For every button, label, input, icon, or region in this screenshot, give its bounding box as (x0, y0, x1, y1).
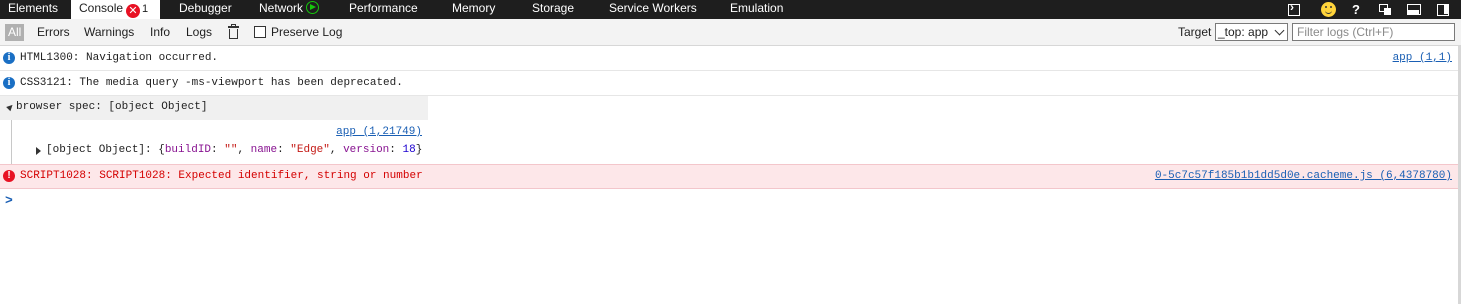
object-separator: : (211, 144, 225, 156)
object-value: "" (224, 144, 238, 156)
tab-debugger[interactable]: Debugger (179, 0, 232, 19)
object-suffix: } (415, 144, 423, 156)
tab-network-label: Network (259, 1, 304, 15)
console-drawer-button[interactable] (1283, 0, 1305, 19)
message-text: HTML1300: Navigation occurred. (20, 52, 219, 64)
tab-performance-label: Performance (349, 1, 418, 15)
clear-console-icon[interactable] (228, 24, 239, 39)
console-group: browser spec: [object Object] app (1,217… (0, 96, 1458, 164)
info-icon: i (3, 77, 15, 89)
console-error-message: ! SCRIPT1028: SCRIPT1028: Expected ident… (0, 164, 1458, 189)
object-value: 18 (402, 144, 416, 156)
tab-storage-label: Storage (532, 1, 575, 15)
tab-network[interactable]: Network (259, 0, 320, 19)
dock-bottom-button[interactable] (1403, 0, 1425, 19)
filter-logs-input[interactable] (1292, 23, 1455, 41)
emulation-toggle-button[interactable] (1374, 0, 1396, 19)
info-icon: i (3, 52, 15, 64)
device-emulation-icon (1378, 4, 1392, 15)
undock-button[interactable] (1432, 0, 1454, 19)
target-select-value: _top: app (1218, 25, 1269, 39)
tab-memory-label: Memory (452, 1, 496, 15)
undock-icon (1437, 3, 1449, 16)
console-input[interactable] (18, 193, 1448, 209)
help-icon: ? (1352, 2, 1360, 17)
filter-all[interactable]: All (5, 24, 25, 41)
console-message: i CSS3121: The media query -ms-viewport … (0, 71, 1458, 96)
tab-elements-label: Elements (8, 1, 59, 15)
tab-emulation[interactable]: Emulation (730, 0, 783, 19)
group-label: browser spec: [object Object] (16, 101, 208, 113)
preserve-log-checkbox[interactable] (254, 26, 266, 38)
source-link[interactable]: app (1,1) (1393, 52, 1452, 64)
object-line[interactable]: [object Object]: {buildID: "", name: "Ed… (46, 144, 422, 156)
object-separator: : (277, 144, 291, 156)
tab-storage[interactable]: Storage (532, 0, 574, 19)
target-label: Target (1178, 25, 1212, 39)
target-select[interactable]: _top: app (1215, 23, 1288, 41)
collapsed-triangle-icon[interactable] (36, 147, 41, 155)
error-count: 1 (142, 3, 149, 15)
filter-info[interactable]: Info (147, 24, 173, 41)
group-body: app (1,21749) (11, 120, 428, 164)
object-separator: , (237, 144, 251, 156)
error-text: SCRIPT1028: SCRIPT1028: Expected identif… (20, 170, 423, 182)
tab-service-workers[interactable]: Service Workers (609, 0, 697, 19)
object-key: version (343, 144, 390, 156)
tab-elements[interactable]: Elements (8, 0, 58, 19)
prompt-chevron-icon: > (5, 193, 13, 208)
object-separator: : (389, 144, 403, 156)
expanded-triangle-icon[interactable] (6, 102, 15, 112)
tab-memory[interactable]: Memory (452, 0, 495, 19)
error-icon: ! (3, 170, 15, 182)
filter-logs[interactable]: Logs (183, 24, 215, 41)
devtools-tabbar: Elements Console ✕ 1 Debugger Network Perf… (0, 0, 1461, 19)
console-toolbar: All Errors Warnings Info Logs Preserve L… (0, 19, 1461, 46)
object-key: buildID (164, 144, 212, 156)
filter-warnings[interactable]: Warnings (81, 24, 137, 41)
object-separator: , (329, 144, 344, 156)
console-message: i HTML1300: Navigation occurred. app (1,… (0, 46, 1458, 71)
feedback-button[interactable] (1317, 0, 1339, 19)
filter-errors[interactable]: Errors (34, 24, 73, 41)
message-text: CSS3121: The media query -ms-viewport ha… (20, 77, 403, 89)
network-recording-icon (306, 1, 320, 14)
tab-debugger-label: Debugger (179, 1, 232, 15)
object-key: name (250, 144, 278, 156)
preserve-log-label[interactable]: Preserve Log (271, 24, 342, 40)
tab-service-workers-label: Service Workers (609, 1, 697, 15)
help-button[interactable]: ? (1345, 0, 1367, 19)
smiley-icon (1320, 2, 1336, 17)
source-link[interactable]: app (1,21749) (336, 126, 422, 138)
dock-bottom-icon (1407, 4, 1421, 15)
error-badge-icon: ✕ (126, 4, 141, 18)
console-icon (1288, 0, 1300, 16)
tab-emulation-label: Emulation (730, 1, 784, 15)
chevron-down-icon (1274, 25, 1285, 36)
tab-performance[interactable]: Performance (349, 0, 418, 19)
group-header[interactable]: browser spec: [object Object] (0, 96, 428, 120)
tab-console-label: Console (79, 1, 124, 15)
object-value: "Edge" (290, 144, 330, 156)
source-link[interactable]: 0-5c7c57f185b1b1dd5d0e.cacheme.js (6,437… (1155, 170, 1452, 182)
object-prefix: [object Object]: { (46, 144, 165, 156)
tab-console[interactable]: Console ✕ 1 (71, 0, 160, 19)
